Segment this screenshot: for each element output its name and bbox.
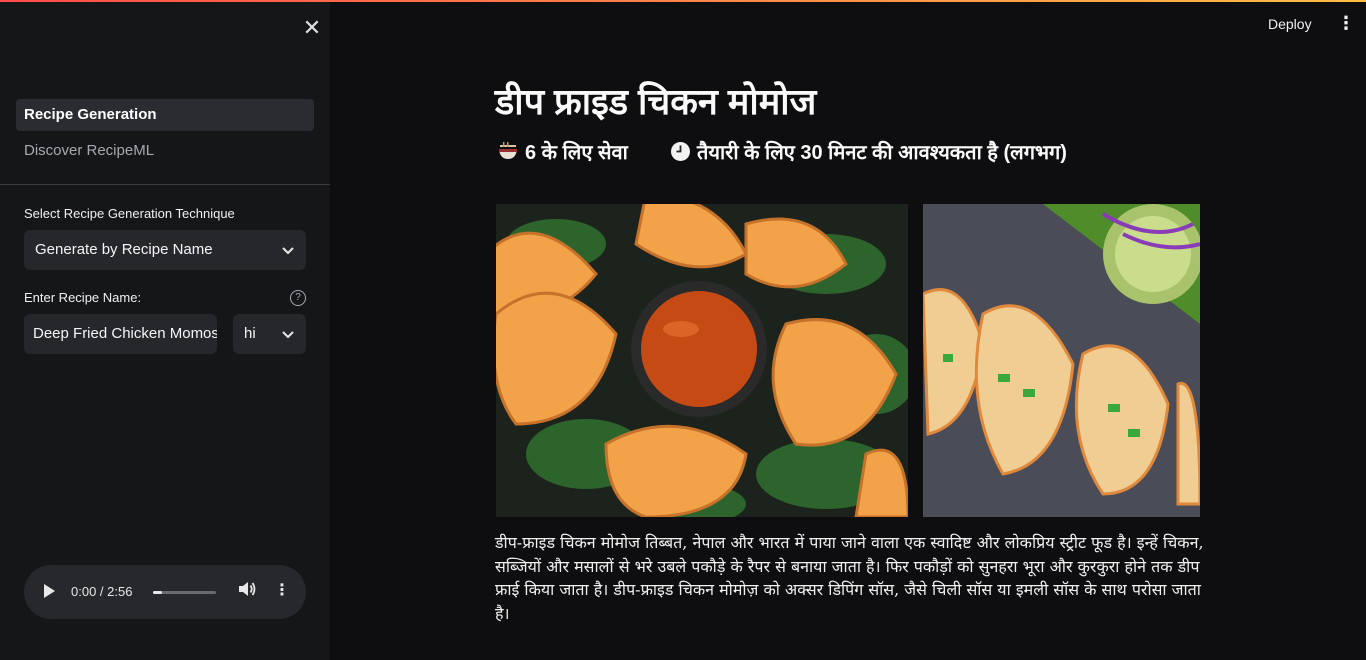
- serves-info: 6 के लिए सेवा: [497, 138, 628, 168]
- technique-select[interactable]: Generate by Recipe Name: [24, 230, 306, 270]
- sidebar-nav: Recipe Generation Discover RecipeML: [16, 99, 314, 171]
- audio-time: 0:00 / 2:56: [71, 584, 133, 599]
- play-icon[interactable]: [44, 584, 55, 598]
- prep-time-text: तैयारी के लिए 30 मिनट की आवश्यकता है (लग…: [697, 142, 1067, 164]
- recipe-name-input[interactable]: Deep Fried Chicken Momos: [24, 314, 217, 354]
- recipe-description: डीप-फ्राइड चिकन मोमोज तिब्बत, नेपाल और भ…: [495, 533, 1204, 623]
- audio-seek-handle[interactable]: [153, 591, 162, 594]
- close-sidebar-button[interactable]: ✕: [300, 16, 324, 40]
- language-select[interactable]: hi: [233, 314, 306, 354]
- sidebar-divider: [0, 184, 330, 185]
- audio-seek-bar[interactable]: [153, 591, 216, 594]
- main-menu-icon[interactable]: ⋮: [1337, 11, 1355, 35]
- chevron-down-icon: [282, 230, 294, 270]
- audio-player: 0:00 / 2:56 ⋮: [24, 565, 306, 619]
- volume-icon[interactable]: [238, 581, 256, 602]
- deploy-button[interactable]: Deploy: [1268, 12, 1312, 36]
- technique-select-value: Generate by Recipe Name: [35, 241, 213, 258]
- close-icon: ✕: [302, 15, 322, 40]
- recipe-image-1: [496, 204, 908, 517]
- recipe-name-label: Enter Recipe Name:: [24, 290, 142, 305]
- serves-text: 6 के लिए सेवा: [525, 142, 628, 164]
- technique-label: Select Recipe Generation Technique: [24, 206, 235, 221]
- prep-time-info: तैयारी के लिए 30 मिनट की आवश्यकता है (लग…: [670, 138, 1067, 168]
- sidebar-item-discover-recipeml[interactable]: Discover RecipeML: [16, 135, 314, 167]
- more-options-icon[interactable]: ⋮: [274, 580, 290, 600]
- sidebar: ✕ Recipe Generation Discover RecipeML Se…: [0, 2, 330, 660]
- help-icon[interactable]: ?: [290, 290, 306, 306]
- page-title: डीप फ्राइड चिकन मोमोज: [495, 81, 817, 122]
- sidebar-item-recipe-generation[interactable]: Recipe Generation: [16, 99, 314, 131]
- bowl-icon: [497, 140, 519, 168]
- language-select-value: hi: [244, 325, 256, 342]
- chevron-down-icon: [282, 314, 294, 354]
- recipe-image-2: [923, 204, 1200, 517]
- clock-icon: [670, 141, 691, 168]
